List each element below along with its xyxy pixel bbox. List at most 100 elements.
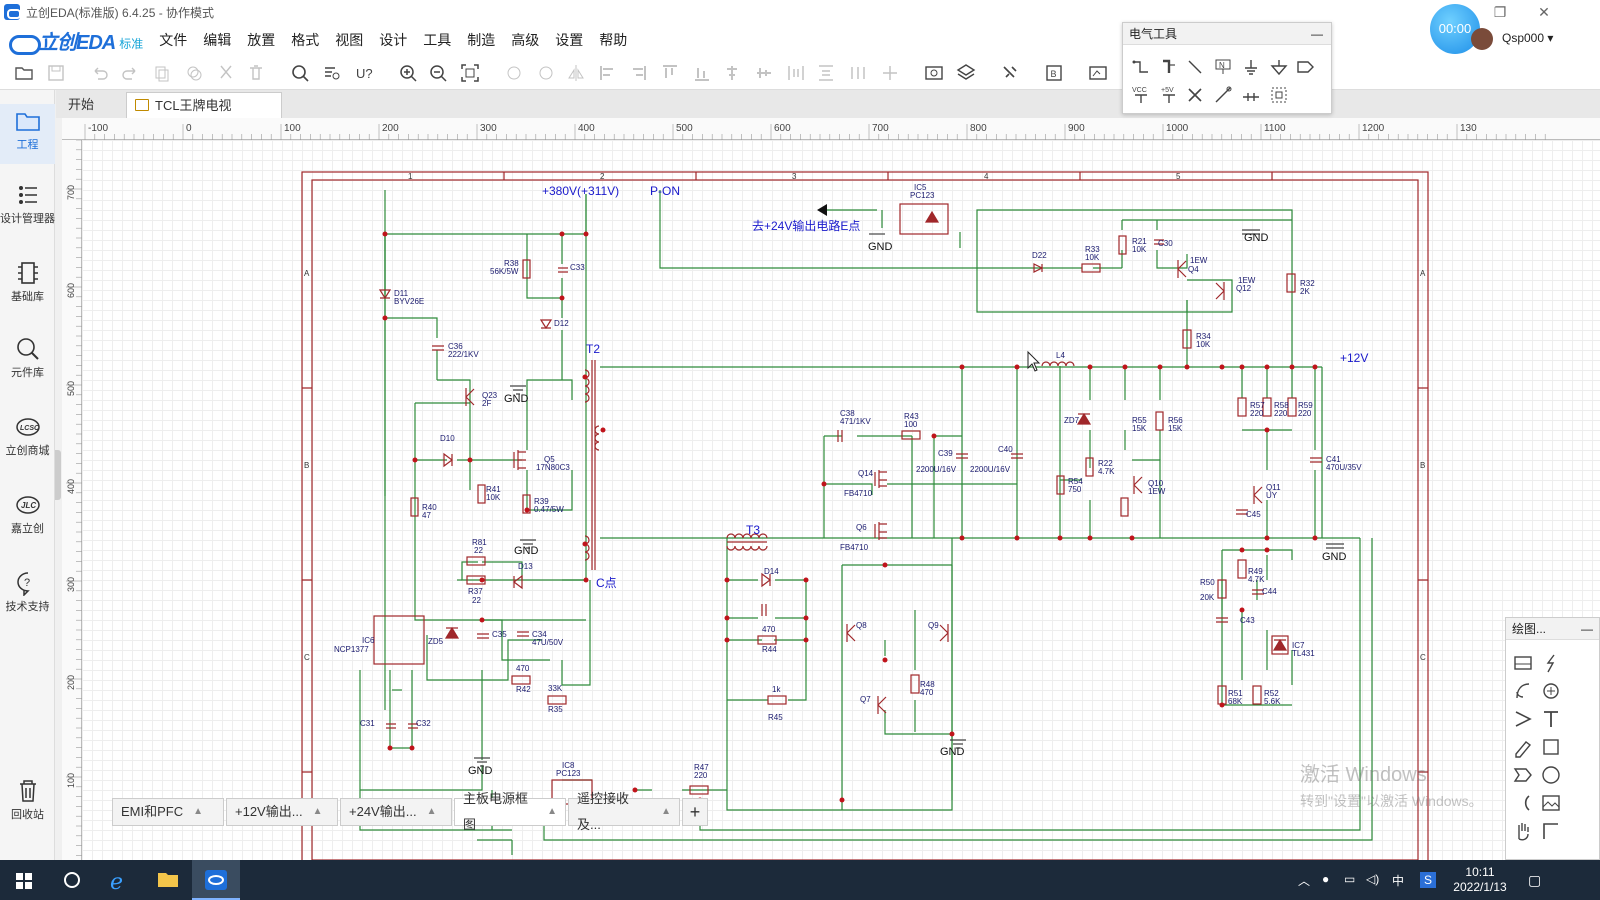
no-connect-icon[interactable] bbox=[1185, 85, 1205, 105]
user-menu[interactable]: Qsp000 ▾ bbox=[1502, 31, 1553, 45]
sidebar-item-basic-library[interactable]: 基础库 bbox=[0, 260, 55, 310]
internet-explorer-icon[interactable]: e bbox=[96, 860, 144, 900]
find-replace-icon[interactable] bbox=[322, 63, 342, 83]
sheet-tab-power-block[interactable]: 主板电源框图 ▲ bbox=[454, 791, 566, 832]
hand-icon[interactable] bbox=[1512, 820, 1534, 842]
minimize-icon[interactable]: — bbox=[1311, 23, 1323, 45]
polygon-icon[interactable] bbox=[1512, 764, 1534, 786]
zoom-out-icon[interactable] bbox=[428, 63, 448, 83]
microphone-icon[interactable]: ● bbox=[1322, 872, 1329, 886]
pen-icon[interactable] bbox=[1540, 652, 1562, 674]
text-icon[interactable] bbox=[1540, 708, 1562, 730]
menu-design[interactable]: 设计 bbox=[371, 24, 415, 56]
search-icon[interactable] bbox=[290, 63, 310, 83]
align-middle-icon[interactable] bbox=[754, 63, 774, 83]
cut-icon[interactable] bbox=[216, 63, 236, 83]
arc-icon[interactable] bbox=[1512, 680, 1534, 702]
zoom-in-icon[interactable] bbox=[398, 63, 418, 83]
sidebar-item-lcsc-mall[interactable]: LCSC 立创商城 bbox=[0, 414, 55, 464]
redo-icon[interactable] bbox=[120, 63, 140, 83]
net-highlight-icon[interactable]: U? bbox=[354, 63, 374, 83]
easyeda-taskbar-icon[interactable] bbox=[192, 860, 240, 900]
sidebar-item-jlc[interactable]: JLC 嘉立创 bbox=[0, 492, 55, 542]
menu-edit[interactable]: 编辑 bbox=[195, 24, 239, 56]
menu-fabrication[interactable]: 制造 bbox=[459, 24, 503, 56]
sidebar-item-project[interactable]: 工程 bbox=[0, 104, 55, 164]
bus-entry-icon[interactable] bbox=[1185, 57, 1205, 77]
sidebar-item-recycle-bin[interactable]: 回收站 bbox=[0, 778, 55, 828]
save-icon[interactable] bbox=[46, 63, 66, 83]
sidebar-item-component-library[interactable]: 元件库 bbox=[0, 336, 55, 386]
notification-icon[interactable]: ▢ bbox=[1528, 872, 1541, 889]
schematic-drawing[interactable]: 1 2 3 4 5 A B C A B C +380V(+311V) P-ON … bbox=[82, 140, 1600, 860]
menu-help[interactable]: 帮助 bbox=[591, 24, 635, 56]
circle-plus-icon[interactable] bbox=[1540, 680, 1562, 702]
file-explorer-icon[interactable] bbox=[144, 860, 192, 900]
bom-icon[interactable]: B bbox=[1044, 63, 1064, 83]
net-flag-gnd2-icon[interactable] bbox=[1269, 57, 1289, 77]
snap-icon[interactable] bbox=[880, 63, 900, 83]
sidebar-item-tech-support[interactable]: ? 技术支持 bbox=[0, 570, 55, 620]
netlist-icon[interactable] bbox=[1088, 63, 1108, 83]
menu-format[interactable]: 格式 bbox=[283, 24, 327, 56]
arrow-icon[interactable] bbox=[1512, 708, 1534, 730]
sidebar-collapse-handle[interactable] bbox=[55, 450, 61, 500]
image-icon[interactable] bbox=[1512, 652, 1534, 674]
align-center-icon[interactable] bbox=[722, 63, 742, 83]
distribute-h-icon[interactable] bbox=[786, 63, 806, 83]
duplicate-icon[interactable] bbox=[184, 63, 204, 83]
caret-up-icon[interactable]: ▲ bbox=[193, 799, 203, 825]
collab-timer[interactable]: 00:00 bbox=[1430, 4, 1480, 54]
flip-horizontal-icon[interactable] bbox=[566, 63, 586, 83]
net-label-icon[interactable]: N bbox=[1213, 57, 1233, 77]
network-icon[interactable]: ▭ bbox=[1344, 872, 1355, 886]
minimize-icon[interactable]: — bbox=[1581, 618, 1593, 640]
plus5v-icon[interactable]: +5V bbox=[1159, 85, 1179, 105]
caret-up-icon[interactable]: ▲ bbox=[313, 799, 323, 825]
sheet-tab-emi-pfc[interactable]: EMI和PFC ▲ bbox=[112, 798, 224, 826]
align-top-icon[interactable] bbox=[660, 63, 680, 83]
image-export-icon[interactable] bbox=[924, 63, 944, 83]
caret-up-icon[interactable]: ▲ bbox=[661, 799, 671, 825]
wire-icon[interactable] bbox=[1131, 57, 1151, 77]
circle-icon[interactable] bbox=[1540, 764, 1562, 786]
menu-place[interactable]: 放置 bbox=[239, 24, 283, 56]
sheet-tab-remote[interactable]: 遥控接收及... ▲ bbox=[568, 791, 680, 832]
cortana-search-icon[interactable] bbox=[48, 860, 96, 900]
menu-settings[interactable]: 设置 bbox=[547, 24, 591, 56]
undo-icon[interactable] bbox=[90, 63, 110, 83]
tab-start[interactable]: 开始 bbox=[58, 92, 126, 118]
freehand-icon[interactable] bbox=[1512, 736, 1534, 758]
schematic-canvas[interactable]: 1 2 3 4 5 A B C A B C +380V(+311V) P-ON … bbox=[82, 140, 1600, 860]
windows-start-icon[interactable] bbox=[0, 860, 48, 900]
avatar[interactable] bbox=[1471, 28, 1493, 50]
pin-icon[interactable] bbox=[1213, 85, 1233, 105]
fit-view-icon[interactable] bbox=[460, 63, 480, 83]
align-right-icon[interactable] bbox=[628, 63, 648, 83]
convert-pcb-icon[interactable] bbox=[956, 63, 976, 83]
align-grid-icon[interactable] bbox=[848, 63, 868, 83]
panel-header[interactable]: 绘图... — bbox=[1506, 618, 1599, 640]
net-flag-gnd-icon[interactable] bbox=[1241, 57, 1261, 77]
open-folder-icon[interactable] bbox=[14, 63, 34, 83]
menu-view[interactable]: 视图 bbox=[327, 24, 371, 56]
align-bottom-icon[interactable] bbox=[692, 63, 712, 83]
system-clock[interactable]: 10:11 2022/1/13 bbox=[1448, 865, 1512, 895]
sheet-tab-24v[interactable]: +24V输出... ▲ bbox=[340, 798, 452, 826]
net-port-icon[interactable] bbox=[1295, 57, 1315, 77]
add-sheet-button[interactable]: + bbox=[682, 798, 708, 826]
sidebar-item-design-manager[interactable]: 设计管理器 bbox=[0, 182, 55, 244]
align-left-icon[interactable] bbox=[598, 63, 618, 83]
caret-up-icon[interactable]: ▲ bbox=[427, 799, 437, 825]
polyline-icon[interactable] bbox=[1540, 820, 1562, 842]
voltage-probe-icon[interactable] bbox=[1241, 85, 1261, 105]
copy-icon[interactable] bbox=[152, 63, 172, 83]
bus-icon[interactable] bbox=[1159, 57, 1179, 77]
rotate-right-icon[interactable] bbox=[536, 63, 556, 83]
menu-file[interactable]: 文件 bbox=[151, 24, 195, 56]
ime-indicator[interactable]: 中 bbox=[1392, 872, 1404, 889]
picture-icon[interactable] bbox=[1540, 792, 1562, 814]
rotate-left-icon[interactable] bbox=[504, 63, 524, 83]
restore-icon[interactable]: ❐ bbox=[1490, 2, 1510, 22]
group-icon[interactable] bbox=[1269, 85, 1289, 105]
